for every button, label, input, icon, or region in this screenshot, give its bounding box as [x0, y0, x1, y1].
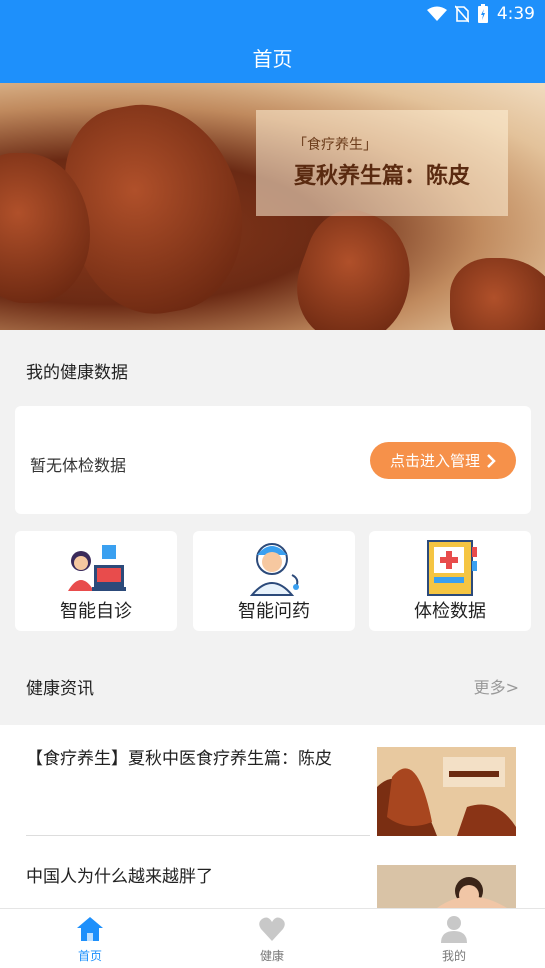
feature-label: 体检数据: [414, 601, 486, 622]
manage-button[interactable]: 点击进入管理: [370, 442, 516, 479]
status-time: 4:39: [496, 4, 535, 24]
wifi-icon: [426, 6, 447, 21]
banner-image-part: [450, 258, 545, 330]
health-section-title: 我的健康数据: [26, 363, 128, 383]
list-item[interactable]: 中国人为什么越来越胖了: [26, 865, 516, 908]
page-title: 首页: [0, 32, 545, 83]
medical-record-icon: [427, 540, 477, 596]
feature-exam-data[interactable]: 体检数据: [369, 531, 531, 631]
news-title: 中国人为什么越来越胖了: [26, 867, 213, 887]
feature-smart-diagnosis[interactable]: 智能自诊: [15, 531, 177, 631]
heart-icon: [259, 917, 285, 941]
news-section-title: 健康资讯: [26, 679, 94, 699]
tab-label: 健康: [259, 949, 284, 963]
tab-profile[interactable]: 我的: [394, 909, 514, 968]
feature-label: 智能问药: [238, 601, 310, 622]
nurse-icon: [249, 543, 299, 596]
banner-caption: 「食疗养生」 夏秋养生篇：陈皮: [256, 110, 508, 216]
battery-icon: [477, 4, 488, 23]
tab-label: 首页: [77, 949, 102, 963]
status-icons: 4:39: [426, 4, 535, 24]
tab-home[interactable]: 首页: [30, 909, 150, 968]
home-icon: [77, 917, 103, 941]
bottom-tab-bar: 首页 健康 我的: [0, 908, 545, 968]
chevron-right-icon: [487, 453, 496, 468]
news-title: 【食疗养生】夏秋中医食疗养生篇：陈皮: [26, 749, 332, 769]
feature-smart-medicine[interactable]: 智能问药: [193, 531, 355, 631]
banner-tag: 「食疗养生」: [293, 137, 377, 153]
manage-button-label: 点击进入管理: [389, 452, 480, 470]
banner-headline: 夏秋养生篇：陈皮: [294, 163, 471, 189]
news-list: 【食疗养生】夏秋中医食疗养生篇：陈皮 中国人为什么越来越胖了: [0, 725, 545, 908]
status-bar: 4:39: [0, 0, 545, 32]
health-data-card: 暂无体检数据 点击进入管理: [15, 406, 531, 514]
tab-label: 我的: [441, 949, 466, 963]
hero-banner[interactable]: 「食疗养生」 夏秋养生篇：陈皮: [0, 83, 545, 330]
news-thumbnail: [377, 747, 516, 836]
more-news-link[interactable]: 更多>: [474, 674, 519, 698]
no-sim-icon: [454, 5, 469, 23]
divider: [26, 835, 370, 836]
news-thumbnail: [377, 865, 516, 908]
user-icon: [441, 916, 467, 943]
doctor-consult-icon: [68, 545, 126, 591]
empty-data-text: 暂无体检数据: [30, 456, 127, 475]
tab-health[interactable]: 健康: [212, 909, 332, 968]
list-item[interactable]: 【食疗养生】夏秋中医食疗养生篇：陈皮: [26, 747, 516, 836]
feature-label: 智能自诊: [60, 601, 132, 622]
banner-image-part: [281, 198, 429, 330]
